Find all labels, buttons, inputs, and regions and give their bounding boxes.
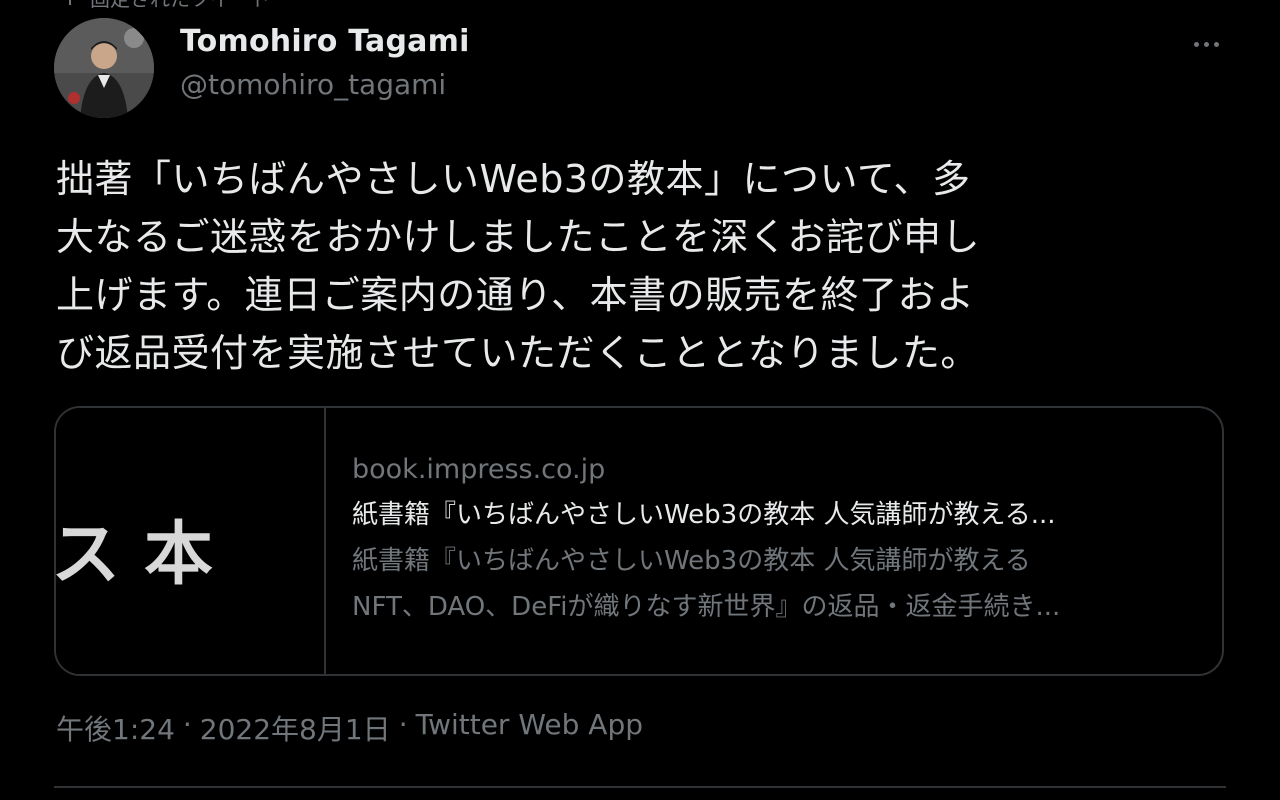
tweet-source: Twitter Web App	[415, 708, 643, 741]
separator: ·	[398, 708, 408, 741]
description-line: NFT、DAO、DeFiが織りなす新世界』の返品・返金手続き...	[352, 592, 1061, 622]
tweet-date[interactable]: 2022年8月1日	[200, 708, 391, 748]
tweet-time[interactable]: 午後1:24	[56, 708, 175, 748]
pin-icon	[69, 0, 71, 5]
tweet-text: 拙著「いちばんやさしいWeb3の教本」について、多 大なるご迷惑をおかけしました…	[56, 150, 1226, 382]
separator: ·	[182, 708, 192, 741]
link-card-thumbnail: ス 本	[56, 408, 326, 674]
tweet-line: 大なるご迷惑をおかけしましたことを深くお詫び申し	[56, 215, 981, 259]
link-card-domain: book.impress.co.jp	[352, 454, 606, 485]
pinned-label: 固定されたツイート	[90, 0, 270, 12]
author-name[interactable]: Tomohiro Tagami	[180, 24, 470, 59]
more-horizontal-icon	[1193, 41, 1199, 47]
link-card-title: 紙書籍『いちばんやさしいWeb3の教本 人気講師が教える...	[352, 500, 1056, 530]
link-card-body: book.impress.co.jp 紙書籍『いちばんやさしいWeb3の教本 人…	[352, 448, 1202, 630]
description-line: 紙書籍『いちばんやさしいWeb3の教本 人気講師が教える	[352, 546, 1031, 576]
thumbnail-image: ス 本	[56, 408, 323, 674]
link-card-description: 紙書籍『いちばんやさしいWeb3の教本 人気講師が教える NFT、DAO、DeF…	[352, 538, 1202, 630]
svg-text:ス 本: ス 本	[56, 514, 213, 594]
tweet-metadata: 午後1:24 · 2022年8月1日 · Twitter Web App	[56, 708, 643, 748]
link-card[interactable]: ス 本 book.impress.co.jp 紙書籍『いちばんやさしいWeb3の…	[54, 406, 1224, 676]
tweet-line: 拙著「いちばんやさしいWeb3の教本」について、多	[56, 157, 971, 201]
tweet-line: 上げます。連日ご案内の通り、本書の販売を終了およ	[56, 273, 975, 317]
avatar-image	[54, 18, 154, 118]
tweet-line: び返品受付を実施させていただくこととなりました。	[56, 331, 979, 375]
pinned-tweet-header: 固定されたツイート	[60, 0, 270, 11]
author-handle[interactable]: @tomohiro_tagami	[180, 68, 446, 101]
divider	[54, 786, 1226, 788]
more-options-button[interactable]	[1186, 28, 1226, 60]
avatar[interactable]	[54, 18, 154, 118]
